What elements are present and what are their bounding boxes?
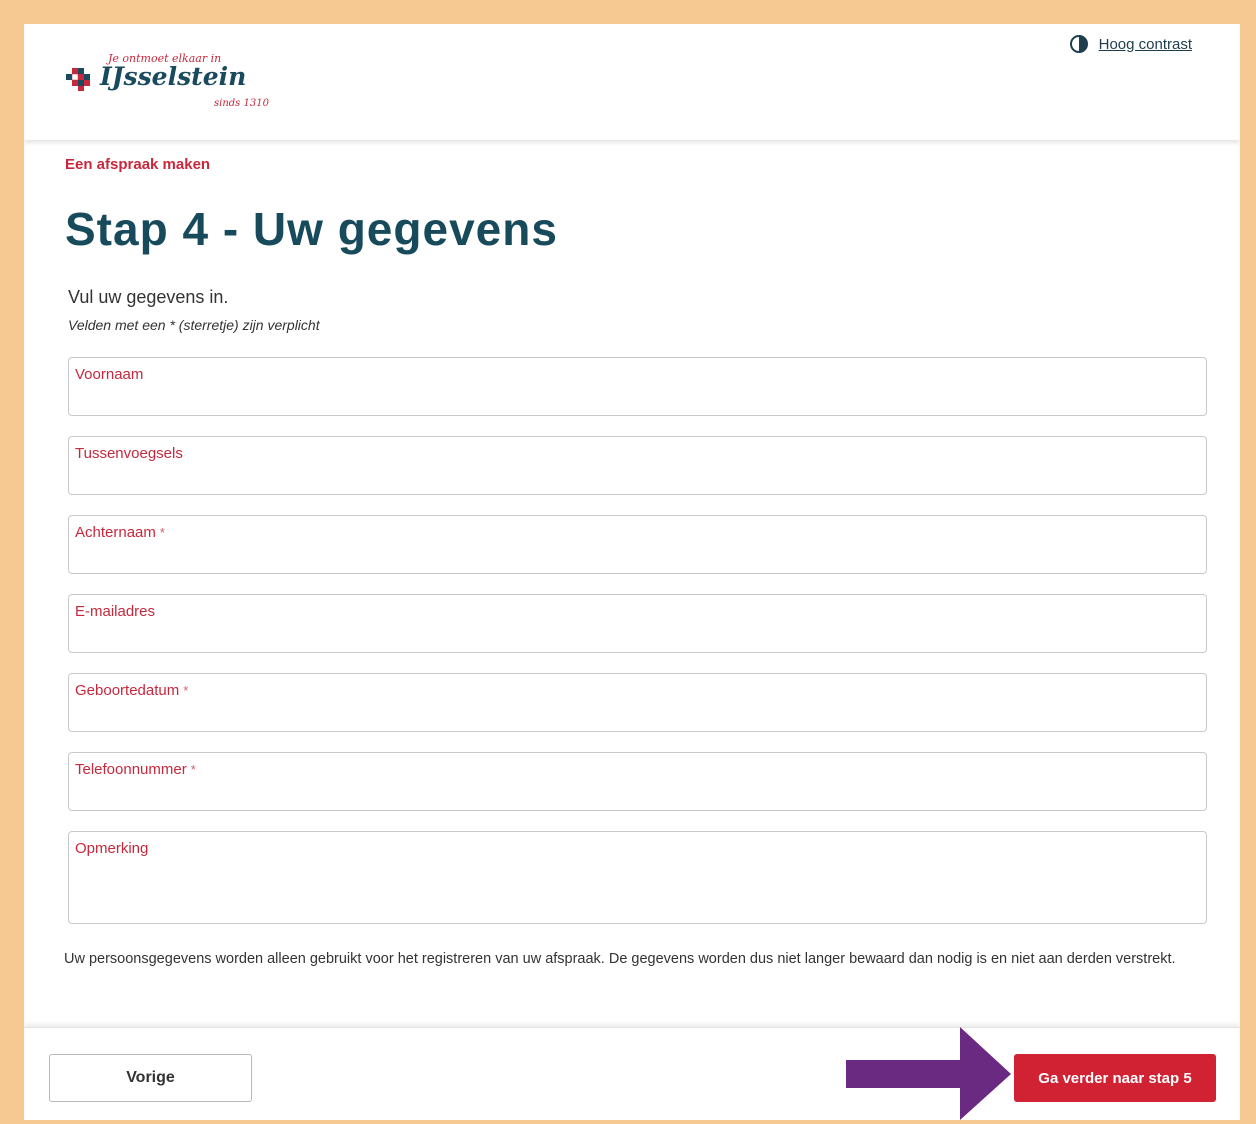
first-name-field[interactable]: Voornaam [68, 357, 1207, 416]
remark-field[interactable]: Opmerking [68, 831, 1207, 924]
field-label: Tussenvoegsels [75, 445, 183, 462]
email-field[interactable]: E-mailadres [68, 594, 1207, 653]
site-header: Je ontmoet elkaar in IJsselstein sinds 1… [24, 24, 1240, 140]
birthdate-input[interactable] [75, 703, 1200, 725]
field-label: E-mailadres [75, 603, 156, 620]
first-name-input[interactable] [75, 387, 1200, 409]
form-intro: Vul uw gegevens in. [68, 287, 229, 307]
field-label: Opmerking [75, 840, 149, 857]
page-frame: Je ontmoet elkaar in IJsselstein sinds 1… [24, 24, 1240, 1120]
required-note: Velden met een * (sterretje) zijn verpli… [68, 317, 320, 333]
last-name-field[interactable]: Achternaam * [68, 515, 1207, 574]
logo-name: IJsselstein [100, 62, 247, 91]
birthdate-field[interactable]: Geboortedatum * [68, 673, 1207, 732]
logo-since: sinds 1310 [214, 98, 269, 109]
annotation-arrow-icon [846, 1027, 1011, 1120]
infix-input[interactable] [75, 466, 1200, 488]
contrast-icon [1069, 35, 1088, 53]
page-title: Stap 4 - Uw gegevens [65, 203, 558, 255]
high-contrast-toggle[interactable]: Hoog contrast [1069, 34, 1192, 54]
field-label: Geboortedatum * [75, 682, 189, 699]
remark-textarea[interactable] [75, 865, 1200, 917]
next-step-button[interactable]: Ga verder naar stap 5 [1014, 1054, 1216, 1102]
ijsselstein-logo[interactable]: Je ontmoet elkaar in IJsselstein sinds 1… [64, 48, 284, 120]
field-label: Voornaam [75, 366, 144, 383]
breadcrumb: Een afspraak maken [65, 156, 211, 173]
personal-details-form: Voornaam Tussenvoegsels Achternaam * E-ma… [68, 357, 1207, 944]
phone-field[interactable]: Telefoonnummer * [68, 752, 1207, 811]
phone-input[interactable] [75, 782, 1200, 804]
field-label: Telefoonnummer * [75, 761, 196, 778]
last-name-input[interactable] [75, 545, 1200, 567]
infix-field[interactable]: Tussenvoegsels [68, 436, 1207, 495]
privacy-notice: Uw persoonsgegevens worden alleen gebrui… [64, 951, 1176, 967]
high-contrast-link[interactable]: Hoog contrast [1099, 36, 1192, 53]
email-input[interactable] [75, 624, 1200, 646]
checkered-logo-icon [66, 68, 90, 91]
field-label: Achternaam * [75, 524, 165, 541]
form-footer: Vorige Ga verder naar stap 5 [24, 1027, 1240, 1120]
previous-button[interactable]: Vorige [49, 1054, 252, 1102]
